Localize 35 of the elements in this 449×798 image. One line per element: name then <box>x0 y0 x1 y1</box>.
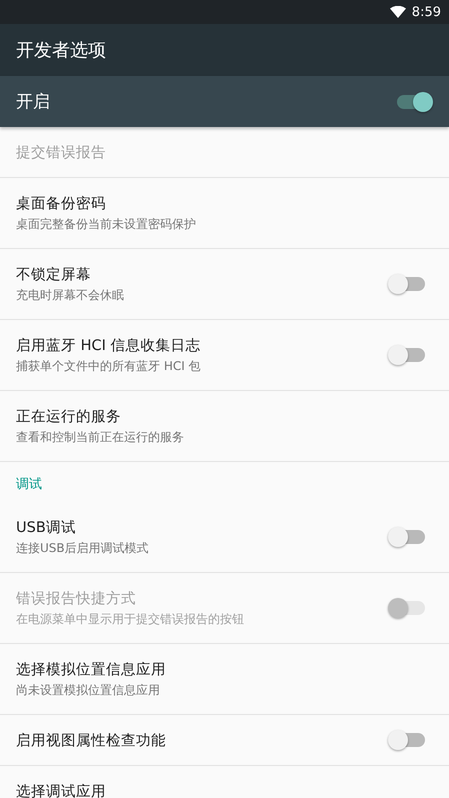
category-header: 调试 <box>16 476 42 493</box>
settings-item[interactable]: 启用视图属性检查功能 <box>0 715 449 766</box>
settings-item[interactable]: 桌面备份密码 桌面完整备份当前未设置密码保护 <box>0 178 449 249</box>
toggle-switch[interactable] <box>391 277 425 291</box>
toggle-switch[interactable] <box>391 530 425 544</box>
item-title: 不锁定屏幕 <box>16 266 92 284</box>
item-summary: 查看和控制当前正在运行的服务 <box>16 428 184 446</box>
settings-item[interactable]: 启用蓝牙 HCI 信息收集日志 捕获单个文件中的所有蓝牙 HCI 包 <box>0 320 449 391</box>
item-title: 桌面备份密码 <box>16 194 107 212</box>
item-title: USB调试 <box>16 518 77 536</box>
item-title: 启用视图属性检查功能 <box>16 732 166 750</box>
item-summary: 尚未设置模拟位置信息应用 <box>16 682 161 698</box>
settings-item[interactable]: 选择模拟位置信息应用 尚未设置模拟位置信息应用 <box>0 644 449 715</box>
toggle-switch[interactable] <box>391 348 425 362</box>
settings-item[interactable]: 不锁定屏幕 充电时屏幕不会休眠 <box>0 249 449 320</box>
toggle-switch[interactable] <box>397 94 431 108</box>
page-title: 开发者选项 <box>16 39 106 62</box>
master-switch-label: 开启 <box>16 91 50 113</box>
item-title: 选择调试应用 <box>16 782 106 798</box>
item-summary: 充电时屏幕不会休眠 <box>16 286 124 304</box>
wifi-icon <box>390 6 406 18</box>
settings-item[interactable]: 正在运行的服务 查看和控制当前正在运行的服务 <box>0 391 449 462</box>
item-summary: 在电源菜单中显示用于提交错误报告的按钮 <box>16 610 244 628</box>
clock-time: 8:59 <box>412 4 441 20</box>
item-title: 启用蓝牙 HCI 信息收集日志 <box>16 336 201 354</box>
item-summary: 连接USB后启用调试模式 <box>16 540 149 556</box>
item-title: 错误报告快捷方式 <box>16 590 137 608</box>
item-summary: 捕获单个文件中的所有蓝牙 HCI 包 <box>16 358 201 374</box>
settings-item[interactable]: 选择调试应用 <box>0 766 449 798</box>
item-title: 正在运行的服务 <box>16 408 122 426</box>
item-title: 选择模拟位置信息应用 <box>16 660 166 678</box>
toggle-switch[interactable] <box>391 733 425 747</box>
item-summary: 桌面完整备份当前未设置密码保护 <box>16 216 196 232</box>
item-title: 提交错误报告 <box>16 144 106 162</box>
settings-item[interactable]: USB调试 连接USB后启用调试模式 <box>0 502 449 573</box>
